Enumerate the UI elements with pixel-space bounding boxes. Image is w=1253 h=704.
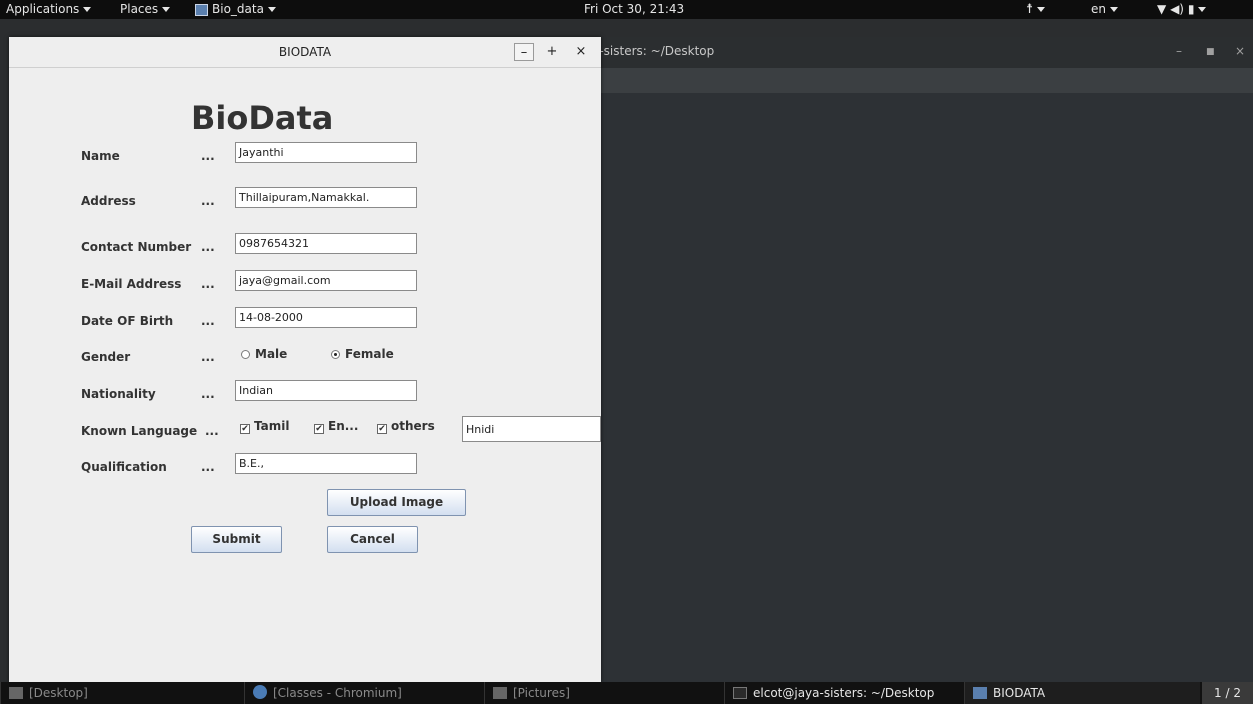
nationality-label: Nationality [81, 387, 156, 401]
tamil-checkbox[interactable]: ✔ Tamil [240, 419, 289, 434]
folder-icon [493, 687, 507, 699]
gender-male-label: Male [255, 347, 288, 361]
contact-field[interactable]: 0987654321 [235, 233, 417, 254]
name-dots: ... [201, 149, 215, 163]
task-pictures-label: [Pictures] [513, 686, 570, 700]
places-menu[interactable]: Places [120, 2, 171, 16]
chevron-down-icon [1037, 7, 1046, 12]
biodata-titlebar[interactable]: BIODATA – + × [9, 37, 601, 68]
volume-icon: ◀) [1170, 2, 1184, 16]
radio-unselected-icon [241, 350, 250, 359]
dob-field[interactable]: 14-08-2000 [235, 307, 417, 328]
applications-label: Applications [6, 2, 80, 16]
task-biodata-label: BIODATA [993, 686, 1046, 700]
others-label: others [391, 419, 435, 433]
task-chromium[interactable]: [Classes - Chromium] [244, 682, 480, 704]
checkbox-checked-icon: ✔ [314, 424, 324, 434]
chevron-down-icon [162, 7, 171, 12]
folder-icon [9, 687, 23, 699]
task-chromium-label: [Classes - Chromium] [273, 686, 402, 700]
task-pictures[interactable]: [Pictures] [484, 682, 720, 704]
contact-label: Contact Number [81, 240, 192, 254]
gender-male-radio[interactable]: Male [241, 347, 287, 361]
java-app-icon [195, 3, 208, 16]
terminal-maximize-button[interactable]: ■ [1206, 47, 1215, 57]
address-field[interactable]: Thillaipuram,Namakkal. [235, 187, 417, 208]
other-language-field[interactable]: Hnidi [462, 416, 601, 442]
gender-female-label: Female [345, 347, 394, 361]
terminal-minimize-button[interactable]: – [1176, 44, 1182, 58]
task-biodata[interactable]: BIODATA [964, 682, 1200, 704]
dob-dots: ... [201, 314, 215, 328]
maximize-button[interactable]: + [542, 43, 562, 61]
email-label: E-Mail Address [81, 277, 182, 291]
nationality-dots: ... [201, 387, 215, 401]
active-app-menu[interactable]: Bio_data [195, 2, 276, 16]
checkbox-checked-icon: ✔ [377, 424, 387, 434]
terminal-window: a-sisters: ~/Desktop – ■ × [592, 37, 1253, 682]
gender-dots: ... [201, 350, 215, 364]
accessibility-menu[interactable]: ☨ [1026, 2, 1046, 17]
email-dots: ... [201, 277, 215, 291]
dob-label: Date OF Birth [81, 314, 174, 328]
chevron-down-icon [83, 7, 92, 12]
language-menu[interactable]: en [1091, 2, 1118, 16]
terminal-icon [733, 687, 747, 699]
checkbox-checked-icon: ✔ [240, 424, 250, 434]
terminal-close-button[interactable]: × [1235, 44, 1245, 58]
chevron-down-icon [1198, 7, 1207, 12]
gender-label: Gender [81, 350, 131, 364]
tamil-label: Tamil [254, 419, 290, 433]
name-field[interactable]: Jayanthi [235, 142, 417, 163]
task-terminal-label: elcot@jaya-sisters: ~/Desktop [753, 686, 935, 700]
languages-label: Known Language [81, 424, 198, 438]
page-title: BioData [191, 99, 334, 137]
biodata-window: BIODATA – + × BioData Name ... Jayanthi … [9, 37, 601, 682]
others-checkbox[interactable]: ✔ others [377, 419, 435, 434]
terminal-titlebar[interactable]: a-sisters: ~/Desktop – ■ × [592, 37, 1253, 68]
system-menu[interactable]: ▼ ◀) ▮ [1157, 2, 1207, 16]
task-terminal[interactable]: elcot@jaya-sisters: ~/Desktop [724, 682, 960, 704]
task-desktop[interactable]: [Desktop] [0, 682, 240, 704]
close-button[interactable]: × [571, 43, 591, 61]
places-label: Places [120, 2, 159, 16]
nationality-field[interactable]: Indian [235, 380, 417, 401]
cancel-button[interactable]: Cancel [327, 526, 418, 553]
submit-button[interactable]: Submit [191, 526, 282, 553]
english-checkbox[interactable]: ✔ En... [314, 419, 358, 434]
clock[interactable]: Fri Oct 30, 21:43 [584, 2, 684, 16]
qualification-dots: ... [201, 460, 215, 474]
chevron-down-icon [1110, 7, 1118, 12]
qualification-field[interactable]: B.E., [235, 453, 417, 474]
accessibility-icon: ☨ [1026, 2, 1034, 17]
qualification-label: Qualification [81, 460, 167, 474]
java-app-icon [973, 687, 987, 699]
email-field[interactable]: jaya@gmail.com [235, 270, 417, 291]
address-label: Address [81, 194, 136, 208]
terminal-menubar [592, 68, 1253, 93]
top-panel: Applications Places Bio_data Fri Oct 30,… [0, 0, 1253, 19]
gender-female-radio[interactable]: Female [331, 347, 394, 361]
terminal-title: a-sisters: ~/Desktop [592, 44, 715, 58]
applications-menu[interactable]: Applications [6, 2, 92, 16]
workspace-pager[interactable]: 1 / 2 [1202, 682, 1253, 704]
wifi-icon: ▼ [1157, 2, 1167, 16]
upload-image-button[interactable]: Upload Image [327, 489, 466, 516]
battery-icon: ▮ [1187, 2, 1195, 16]
name-label: Name [81, 149, 120, 163]
language-label: en [1091, 2, 1106, 16]
address-dots: ... [201, 194, 215, 208]
chevron-down-icon [267, 7, 276, 12]
english-label: En... [328, 419, 359, 433]
contact-dots: ... [201, 240, 215, 254]
terminal-content[interactable] [592, 93, 1253, 682]
languages-dots: ... [205, 424, 219, 438]
radio-selected-icon [331, 350, 340, 359]
task-desktop-label: [Desktop] [29, 686, 88, 700]
active-app-label: Bio_data [212, 2, 264, 16]
minimize-button[interactable]: – [514, 43, 534, 61]
taskbar: [Desktop] [Classes - Chromium] [Pictures… [0, 682, 1253, 704]
window-title: BIODATA [278, 45, 332, 59]
chromium-icon [253, 685, 267, 699]
